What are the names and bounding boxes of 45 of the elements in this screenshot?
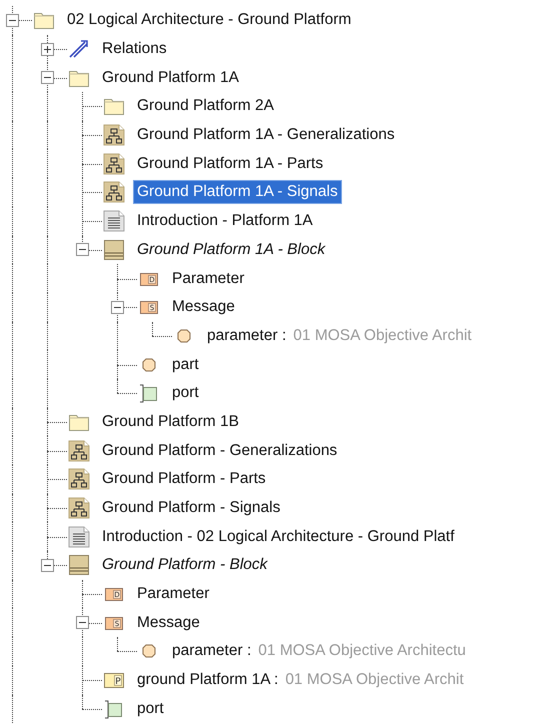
tree-item[interactable]: port [168,381,203,406]
tree-item[interactable]: Relations [98,37,171,62]
collapse-toggle[interactable] [41,558,54,572]
diagram-icon [68,468,90,490]
diagram-icon [103,124,125,146]
block-icon [103,238,125,261]
diagram-icon [103,152,125,175]
collapse-toggle[interactable] [76,243,89,256]
diagram-icon [103,181,125,204]
tree-item[interactable]: part [168,352,203,377]
type-name: 01 MOSA Objective Archit [285,671,464,690]
tree-item[interactable]: Ground Platform 1A - Block [133,238,330,262]
tree-item[interactable]: Ground Platform - Signals [98,496,284,520]
expand-toggle[interactable] [41,42,54,56]
tree-item[interactable]: parameter : [168,639,256,664]
document-icon [68,526,90,548]
tree-item[interactable]: 02 Logical Architecture - Ground Platform [63,8,356,32]
tree-item[interactable]: Ground Platform - Block [98,553,272,578]
tree-item[interactable]: Ground Platform 1A - Signals [133,180,342,204]
tree-item[interactable]: Parameter [168,266,248,291]
collapse-toggle[interactable] [111,300,124,314]
tree-item[interactable]: parameter : [203,324,290,348]
tree-item[interactable]: Introduction - Platform 1A [133,209,317,234]
tree-item[interactable]: Ground Platform 1A [98,66,243,90]
block-icon [68,554,90,576]
tree-item[interactable]: Ground Platform 1B [98,410,243,434]
document-icon [103,210,125,232]
type-name: 01 MOSA Objective Archit [293,326,472,345]
tree-item[interactable]: Ground Platform 2A [133,94,278,118]
tree-item[interactable]: Parameter [133,582,214,606]
tree-item[interactable]: port [133,696,168,721]
type-name: 01 MOSA Objective Architectu [258,642,466,660]
tree-item[interactable]: Ground Platform 1A - Parts [133,152,328,176]
tree-item[interactable]: Ground Platform - Parts [98,467,270,492]
collapse-toggle[interactable] [76,616,89,630]
collapse-toggle[interactable] [6,14,19,27]
tree-item[interactable]: Message [133,610,204,635]
diagram-icon [68,440,90,462]
tree-item[interactable]: Ground Platform - Generalizations [98,438,342,463]
diagram-icon [68,497,90,520]
tree-item[interactable]: Ground Platform 1A - Generalizations [133,123,399,148]
collapse-toggle[interactable] [41,71,54,84]
tree-item[interactable]: Introduction - 02 Logical Architecture - Ground Platf [98,524,458,549]
tree-item[interactable]: Message [168,295,239,320]
tree-item[interactable]: ground Platform 1A : [133,668,282,692]
